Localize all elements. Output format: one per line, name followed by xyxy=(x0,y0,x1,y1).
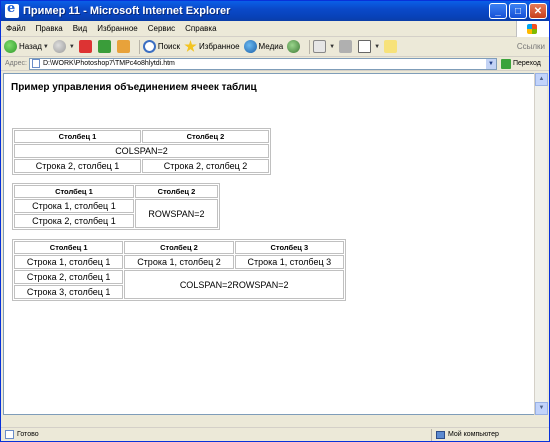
vertical-scrollbar[interactable]: ▲ ▼ xyxy=(534,73,548,415)
security-zone: Мой компьютер xyxy=(431,428,549,441)
search-icon xyxy=(142,40,156,53)
edit-dropdown-icon[interactable]: ▼ xyxy=(374,44,380,50)
edit-button[interactable]: ▼ xyxy=(358,40,380,53)
colspan-rowspan-cell: COLSPAN=2ROWSPAN=2 xyxy=(124,270,344,299)
menu-bar: Файл Правка Вид Избранное Сервис Справка xyxy=(1,21,549,37)
minimize-button[interactable]: _ xyxy=(489,3,507,19)
table-header: Столбец 1 xyxy=(14,241,124,254)
mail-dropdown-icon[interactable]: ▼ xyxy=(329,44,335,50)
search-label: Поиск xyxy=(157,42,180,51)
menu-view[interactable]: Вид xyxy=(68,24,92,33)
page-status-icon xyxy=(5,430,14,439)
history-icon xyxy=(287,40,301,53)
table-header: Столбец 3 xyxy=(234,241,344,254)
favorites-button[interactable]: Избранное xyxy=(184,40,240,53)
star-icon xyxy=(184,40,197,52)
search-button[interactable]: Поиск xyxy=(142,40,180,53)
back-label: Назад xyxy=(19,42,42,51)
menu-edit[interactable]: Правка xyxy=(31,24,68,33)
browser-window: Пример 11 - Microsoft Internet Explorer … xyxy=(0,0,550,442)
menu-favorites[interactable]: Избранное xyxy=(92,24,143,33)
refresh-icon xyxy=(97,40,111,53)
rowspan-cell: ROWSPAN=2 xyxy=(134,199,218,228)
printer-icon xyxy=(339,40,353,53)
zone-label: Мой компьютер xyxy=(448,431,499,438)
mail-icon xyxy=(313,40,327,53)
table-cell: Строка 2, столбец 1 xyxy=(14,214,134,228)
media-label: Медиа xyxy=(258,42,284,51)
table-header: Столбец 1 xyxy=(14,185,134,198)
colspan-rowspan-table: Столбец 1 Столбец 2 Столбец 3 Строка 1, … xyxy=(12,239,346,301)
address-dropdown-icon[interactable]: ▼ xyxy=(485,58,496,69)
back-button[interactable]: Назад ▼ xyxy=(4,40,49,53)
home-button[interactable] xyxy=(116,40,132,53)
menu-tools[interactable]: Сервис xyxy=(143,24,180,33)
computer-icon xyxy=(436,430,445,439)
back-dropdown-icon[interactable]: ▼ xyxy=(43,44,49,50)
media-icon xyxy=(243,40,257,53)
table-cell: Строка 1, столбец 2 xyxy=(124,255,234,269)
address-label: Адрес: xyxy=(5,60,27,67)
go-button[interactable]: Переход xyxy=(500,58,541,69)
stop-button[interactable] xyxy=(78,40,94,53)
menu-help[interactable]: Справка xyxy=(180,24,221,33)
status-bar: Готово Мой компьютер xyxy=(1,427,549,441)
close-button[interactable]: ✕ xyxy=(529,3,547,19)
ie-app-icon xyxy=(5,1,19,18)
table-cell: Строка 1, столбец 3 xyxy=(234,255,344,269)
media-button[interactable]: Медиа xyxy=(243,40,284,53)
table-cell: Строка 1, столбец 1 xyxy=(14,255,124,269)
forward-button[interactable]: ▼ xyxy=(52,40,75,53)
address-input[interactable]: D:\WORK\Photoshop7\TMPc4o8hlytdi.htm ▼ xyxy=(28,57,497,70)
status-text: Готово xyxy=(17,431,39,438)
table-cell: Строка 2, столбец 1 xyxy=(14,270,124,284)
scroll-up-icon[interactable]: ▲ xyxy=(535,73,548,86)
messenger-button[interactable] xyxy=(384,40,399,53)
table-cell: Строка 1, столбец 1 xyxy=(14,199,134,213)
page-content: Пример управления объединением ячеек таб… xyxy=(3,73,535,415)
history-button[interactable] xyxy=(287,40,302,53)
maximize-button[interactable]: □ xyxy=(509,3,527,19)
colspan-table: Столбец 1 Столбец 2 COLSPAN=2 Строка 2, … xyxy=(12,128,271,175)
favorites-label: Избранное xyxy=(199,42,240,51)
links-label[interactable]: Ссылки xyxy=(517,42,545,51)
toolbar: Назад ▼ ▼ Поиск Избранное Медиа ▼ ▼ Ссыл… xyxy=(1,37,549,57)
home-icon xyxy=(116,40,130,53)
table-cell: Строка 2, столбец 1 xyxy=(14,159,141,173)
word-edit-icon xyxy=(358,40,372,53)
menu-file[interactable]: Файл xyxy=(1,24,31,33)
back-arrow-icon xyxy=(4,40,17,53)
address-bar: Адрес: D:\WORK\Photoshop7\TMPc4o8hlytdi.… xyxy=(1,57,549,71)
go-arrow-icon xyxy=(500,58,511,69)
forward-arrow-icon xyxy=(52,40,66,53)
refresh-button[interactable] xyxy=(97,40,113,53)
messenger-icon xyxy=(384,40,398,53)
table-header: Столбец 2 xyxy=(142,130,269,143)
table-cell: Строка 3, столбец 1 xyxy=(14,285,124,299)
toolbar-separator xyxy=(138,39,140,54)
table-cell: Строка 2, столбец 2 xyxy=(142,159,269,173)
window-title: Пример 11 - Microsoft Internet Explorer xyxy=(23,5,231,17)
forward-dropdown-icon[interactable]: ▼ xyxy=(69,44,75,50)
windows-logo-icon xyxy=(516,21,549,37)
address-url: D:\WORK\Photoshop7\TMPc4o8hlytdi.htm xyxy=(42,60,175,67)
rowspan-table: Столбец 1 Столбец 2 Строка 1, столбец 1 … xyxy=(12,183,220,230)
table-header: Столбец 2 xyxy=(134,185,218,198)
mail-button[interactable]: ▼ xyxy=(313,40,335,53)
print-button[interactable] xyxy=(339,40,354,53)
table-header: Столбец 1 xyxy=(14,130,141,143)
page-heading: Пример управления объединением ячеек таб… xyxy=(11,82,257,93)
toolbar-separator xyxy=(309,39,311,54)
go-label: Переход xyxy=(512,60,541,67)
scroll-down-icon[interactable]: ▼ xyxy=(535,402,548,415)
table-header: Столбец 2 xyxy=(124,241,234,254)
colspan-cell: COLSPAN=2 xyxy=(14,144,269,158)
stop-icon xyxy=(78,40,92,53)
title-bar[interactable]: Пример 11 - Microsoft Internet Explorer … xyxy=(1,1,549,21)
page-icon xyxy=(31,59,40,68)
